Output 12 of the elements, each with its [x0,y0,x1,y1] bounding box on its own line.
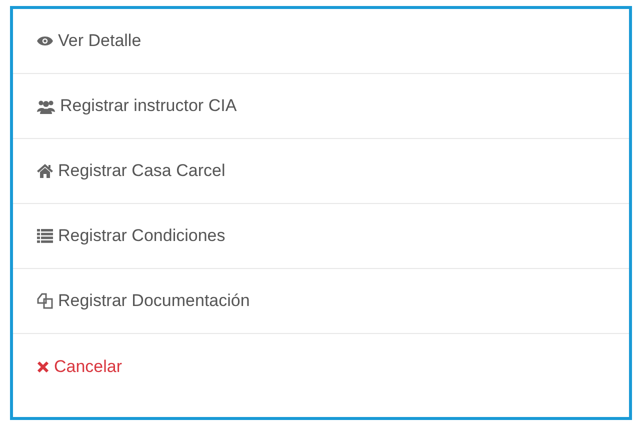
copy-icon [37,293,53,309]
menu-item[interactable]: Registrar instructor CIA [13,74,629,139]
menu-item[interactable]: Registrar Casa Carcel [13,139,629,204]
list-icon [37,229,53,243]
menu-item[interactable]: Ver Detalle [13,9,629,74]
home-icon [37,164,53,178]
eye-icon [37,35,53,47]
users-icon [37,98,55,114]
menu-item[interactable]: Cancelar [13,334,629,399]
menu-item[interactable]: Registrar Documentación [13,269,629,334]
menu-item[interactable]: Registrar Condiciones [13,204,629,269]
close-icon [37,360,49,372]
